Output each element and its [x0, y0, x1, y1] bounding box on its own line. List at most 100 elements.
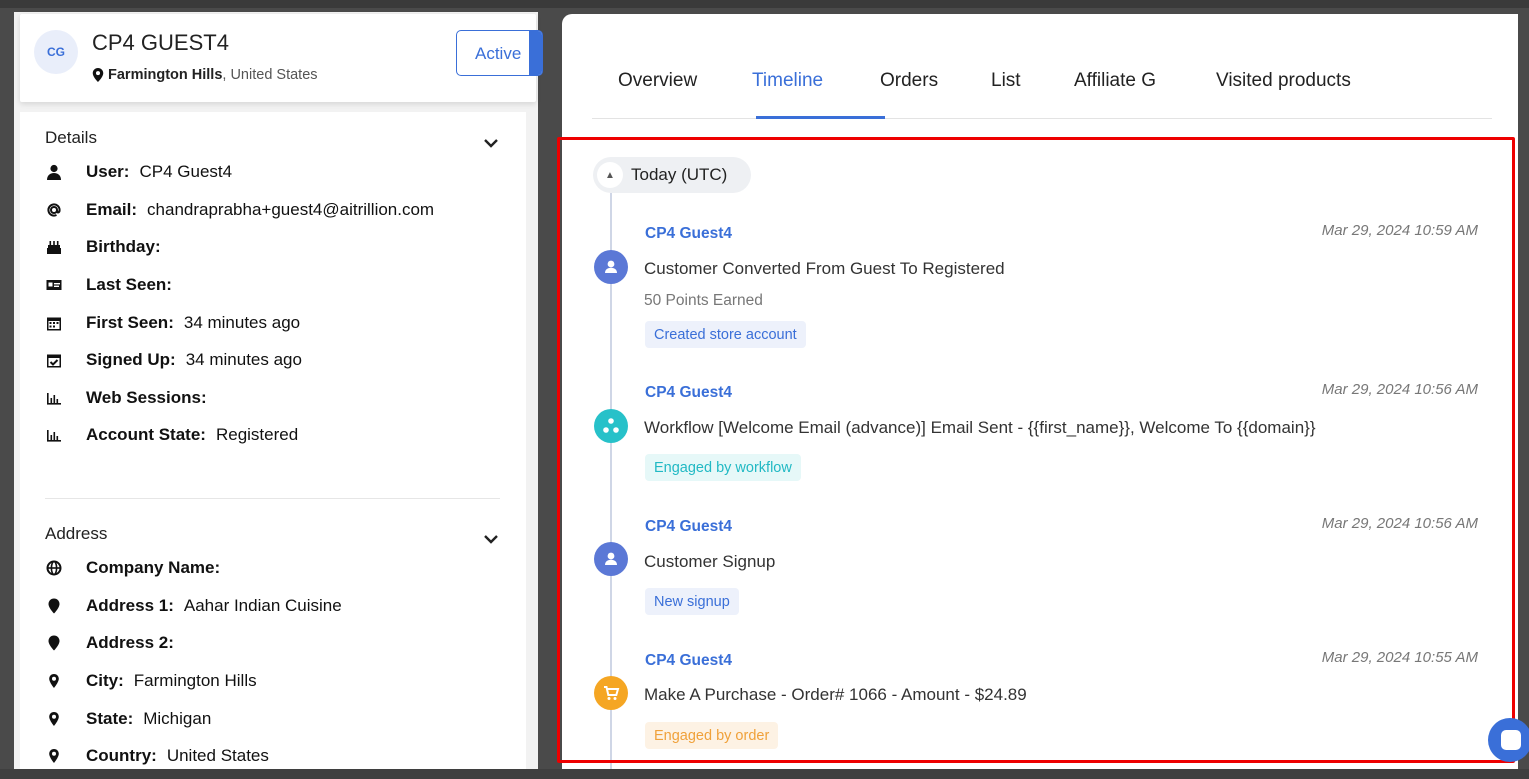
active-tab-indicator: [756, 116, 885, 119]
profile-card: CG CP4 GUEST4 Farmington Hills , United …: [20, 14, 543, 102]
event-tag: Engaged by workflow: [645, 454, 801, 481]
tab-affiliate[interactable]: Affiliate G: [1074, 70, 1156, 92]
detail-label: Country:: [86, 746, 157, 765]
detail-value: Aahar Indian Cuisine: [183, 596, 342, 615]
sort-icon: ▲: [597, 162, 623, 188]
tab-bar: Overview Timeline Orders List Affiliate …: [592, 14, 1492, 119]
detail-row-user: User: CP4 Guest4: [45, 159, 232, 185]
detail-row-email: Email: chandraprabha+guest4@aitrillion.c…: [45, 197, 434, 223]
cake-icon: [45, 238, 63, 256]
status-label: Active: [475, 44, 522, 63]
detail-row-last-seen: Last Seen:: [45, 272, 182, 298]
address-row-state: State: Michigan: [45, 706, 211, 732]
detail-label: Signed Up:: [86, 350, 176, 369]
event-timestamp: Mar 29, 2024 10:55 AM: [1321, 649, 1478, 666]
detail-label: Address 2:: [86, 633, 174, 652]
customer-name: CP4 GUEST4: [92, 30, 229, 55]
detail-value: CP4 Guest4: [139, 162, 233, 181]
avatar: CG: [34, 30, 78, 74]
tab-overview[interactable]: Overview: [618, 70, 697, 92]
event-description: Make A Purchase - Order# 1066 - Amount -…: [644, 685, 1027, 704]
event-description: Customer Signup: [644, 552, 776, 571]
chevron-down-icon[interactable]: [482, 530, 500, 548]
detail-value: Farmington Hills: [133, 671, 257, 690]
detail-label: Address 1:: [86, 596, 174, 615]
address-row-address1: Address 1: Aahar Indian Cuisine: [45, 593, 342, 619]
detail-label: First Seen:: [86, 313, 174, 332]
detail-value: Registered: [215, 425, 299, 444]
detail-row-web-sessions: Web Sessions:: [45, 385, 217, 411]
detail-label: Account State:: [86, 425, 206, 444]
tab-orders[interactable]: Orders: [880, 70, 938, 92]
chat-widget-button[interactable]: [1488, 718, 1529, 762]
id-card-icon: [45, 276, 63, 294]
window-bottom-border: [0, 769, 1529, 779]
window-top-border: [0, 0, 1529, 8]
details-panel: Details User: CP4 Guest4 Email: chandrap…: [20, 112, 526, 772]
at-icon: [45, 201, 63, 219]
detail-row-first-seen: First Seen: 34 minutes ago: [45, 310, 300, 336]
chevron-down-icon[interactable]: [482, 134, 500, 152]
user-icon: [45, 163, 63, 181]
detail-row-birthday: Birthday:: [45, 234, 171, 260]
chart-icon: [45, 426, 63, 444]
event-timestamp: Mar 29, 2024 10:59 AM: [1321, 222, 1478, 239]
event-tag: Engaged by order: [645, 722, 779, 749]
user-circle-icon: [594, 250, 628, 284]
address-section-title: Address: [45, 524, 108, 543]
calendar-icon: [45, 314, 63, 332]
event-tag: New signup: [645, 588, 739, 615]
day-label: Today (UTC): [631, 165, 728, 184]
location-country: , United States: [222, 67, 318, 83]
address-row-company: Company Name:: [45, 555, 230, 581]
detail-label: User:: [86, 162, 130, 181]
status-active-button[interactable]: Active: [456, 30, 543, 76]
address-row-country: Country: United States: [45, 743, 269, 769]
map-marker-icon: [45, 597, 63, 615]
pin-icon: [45, 710, 63, 728]
tab-list[interactable]: List: [991, 70, 1021, 92]
event-tag: Created store account: [645, 321, 806, 348]
detail-label: Company Name:: [86, 558, 221, 577]
tab-timeline[interactable]: Timeline: [752, 70, 823, 92]
detail-value: United States: [166, 746, 269, 765]
customer-location: Farmington Hills , United States: [92, 67, 318, 83]
detail-row-account-state: Account State: Registered: [45, 422, 298, 448]
cart-icon: [594, 676, 628, 710]
event-actor-link[interactable]: CP4 Guest4: [645, 652, 732, 670]
day-group-toggle[interactable]: ▲ Today (UTC): [593, 157, 751, 193]
detail-label: City:: [86, 671, 124, 690]
workflow-icon: [594, 409, 628, 443]
event-actor-link[interactable]: CP4 Guest4: [645, 384, 732, 402]
detail-label: Last Seen:: [86, 275, 172, 294]
calendar-check-icon: [45, 351, 63, 369]
tab-visited-products[interactable]: Visited products: [1216, 70, 1351, 92]
detail-value: 34 minutes ago: [185, 350, 302, 369]
event-subtext: 50 Points Earned: [644, 292, 763, 309]
detail-label: State:: [86, 709, 134, 728]
pin-icon: [45, 747, 63, 765]
address-row-address2: Address 2:: [45, 630, 184, 656]
event-actor-link[interactable]: CP4 Guest4: [645, 225, 732, 243]
detail-label: Email:: [86, 200, 138, 219]
event-description: Workflow [Welcome Email (advance)] Email…: [644, 418, 1316, 437]
detail-label: Web Sessions:: [86, 388, 207, 407]
chat-icon: [1501, 730, 1521, 750]
map-marker-icon: [45, 634, 63, 652]
detail-label: Birthday:: [86, 237, 161, 256]
chart-icon: [45, 389, 63, 407]
detail-value: chandraprabha+guest4@aitrillion.com: [147, 200, 435, 219]
address-row-city: City: Farmington Hills: [45, 668, 257, 694]
globe-icon: [45, 559, 63, 577]
details-section-title: Details: [45, 128, 97, 147]
event-description: Customer Converted From Guest To Registe…: [644, 259, 1005, 278]
user-circle-icon: [594, 542, 628, 576]
status-toggle-bar: [529, 31, 542, 75]
section-divider: [45, 498, 500, 499]
location-city: Farmington Hills: [108, 67, 223, 83]
event-actor-link[interactable]: CP4 Guest4: [645, 518, 732, 536]
detail-row-signed-up: Signed Up: 34 minutes ago: [45, 347, 302, 373]
detail-value: Michigan: [143, 709, 212, 728]
event-timestamp: Mar 29, 2024 10:56 AM: [1321, 381, 1478, 398]
detail-value: 34 minutes ago: [183, 313, 301, 332]
